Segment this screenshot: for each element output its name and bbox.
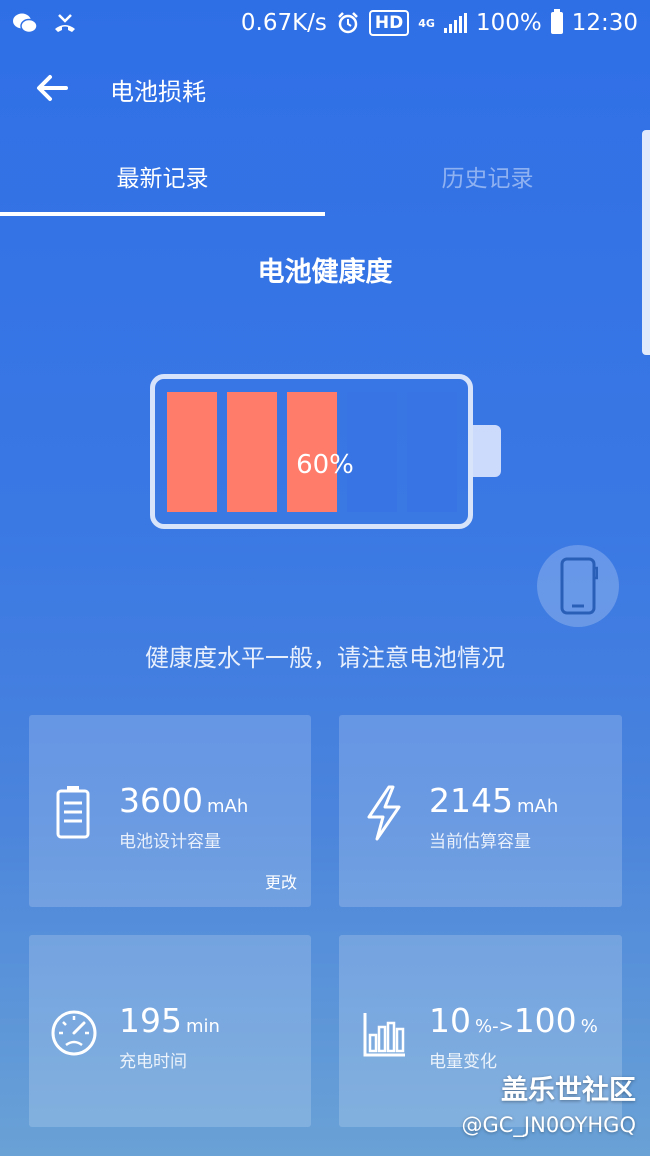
lightning-icon <box>367 785 401 841</box>
charge-change-value: 10 %->100% <box>429 1001 598 1040</box>
section-title: 电池健康度 <box>257 257 393 288</box>
design-capacity-label: 电池设计容量 <box>119 832 221 852</box>
signal-icon <box>443 13 467 33</box>
alarm-icon <box>338 12 358 34</box>
battery-icon <box>550 9 563 34</box>
design-capacity-value: 3600 mAh <box>119 781 249 820</box>
tab-bar: 最新记录 历史记录 <box>0 145 650 217</box>
charge-time-label: 充电时间 <box>119 1052 187 1072</box>
charge-time-value: 195 min <box>119 1001 220 1040</box>
speedometer-icon <box>51 1010 97 1056</box>
hd-badge: HD <box>368 10 410 36</box>
battery-percent: 100% <box>475 10 542 36</box>
arrow-left-icon[interactable] <box>32 68 72 108</box>
bar-chart-icon <box>363 1013 405 1057</box>
battery-icon <box>56 786 90 839</box>
tab-latest-records[interactable]: 最新记录 <box>0 159 325 193</box>
watermark-brand: 盖乐世社区 <box>501 1075 636 1106</box>
phone-info-button[interactable] <box>537 545 619 627</box>
scrollbar[interactable] <box>642 130 650 355</box>
network-speed: 0.67K/s <box>240 10 327 36</box>
phone-icon <box>560 557 598 615</box>
status-time: 12:30 <box>571 10 638 36</box>
health-message: 健康度水平一般，请注意电池情况 <box>145 644 505 672</box>
page-title: 电池损耗 <box>110 78 206 106</box>
health-percent: 60% <box>296 450 354 480</box>
estimated-capacity-card: 2145 mAh 当前估算容量 <box>339 715 622 907</box>
wechat-icon <box>13 13 38 34</box>
estimated-capacity-label: 当前估算容量 <box>429 832 531 852</box>
network-type: 4G <box>418 16 435 30</box>
change-capacity-link[interactable]: 更改 <box>265 869 297 893</box>
tab-history-records[interactable]: 历史记录 <box>325 159 650 193</box>
tab-indicator <box>0 212 325 216</box>
watermark-user: @GC_JN0OYHGQ <box>461 1113 636 1137</box>
watermark: 盖乐世社区 @GC_JN0OYHGQ <box>461 1068 636 1137</box>
charge-time-card: 195 min 充电时间 <box>29 935 311 1127</box>
app-bar: 电池损耗 <box>0 60 650 116</box>
design-capacity-card: 3600 mAh 电池设计容量 更改 <box>29 715 311 907</box>
status-bar: 0.67K/s HD 4G 100% 12:30 <box>0 0 650 46</box>
estimated-capacity-value: 2145 mAh <box>429 781 559 820</box>
missed-call-icon <box>55 14 75 32</box>
